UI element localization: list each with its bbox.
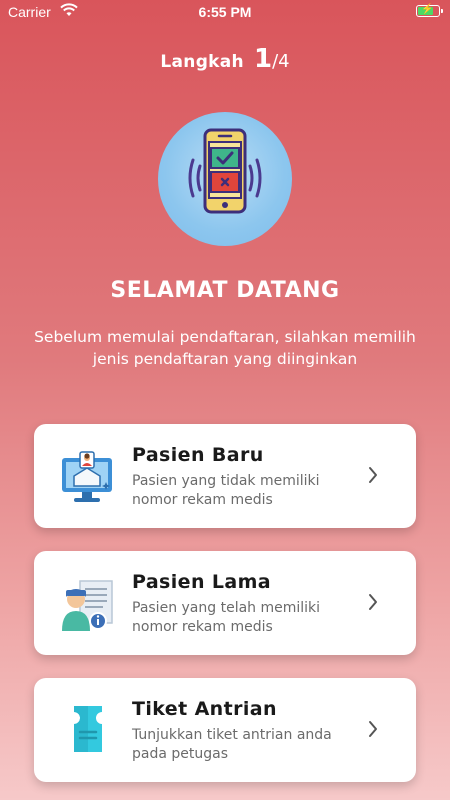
- welcome-subtitle: Sebelum memulai pendaftaran, silahkan me…: [34, 328, 416, 368]
- existing-patient-icon: [58, 575, 118, 635]
- option-title: Pasien Baru: [132, 444, 264, 466]
- step-indicator: Langkah 1/4: [0, 44, 450, 74]
- new-patient-icon: [58, 448, 118, 508]
- option-description: Pasien yang tidak memiliki nomor rekam m…: [132, 473, 320, 508]
- step-current: 1: [253, 44, 273, 74]
- step-total: /4: [272, 51, 290, 72]
- status-time: 6:55 PM: [198, 4, 252, 20]
- chevron-right-icon: [368, 720, 378, 742]
- option-description: Tunjukkan tiket antrian anda pada petuga…: [132, 727, 332, 762]
- phone-vibrate-illustration: [158, 112, 292, 246]
- option-description: Pasien yang telah memiliki nomor rekam m…: [132, 600, 321, 635]
- step-label: Langkah: [160, 52, 244, 72]
- ticket-icon: [58, 702, 118, 762]
- option-card-pasien-baru[interactable]: Pasien Baru Pasien yang tidak memiliki n…: [34, 424, 416, 528]
- chevron-right-icon: [368, 466, 378, 488]
- chevron-right-icon: [368, 593, 378, 615]
- status-bar: Carrier 6:55 PM ⚡: [0, 0, 450, 24]
- battery-icon: ⚡: [416, 4, 443, 17]
- phone-choice-icon: [188, 128, 262, 214]
- option-title: Pasien Lama: [132, 571, 272, 593]
- option-title: Tiket Antrian: [132, 698, 277, 720]
- option-card-pasien-lama[interactable]: Pasien Lama Pasien yang telah memiliki n…: [34, 551, 416, 655]
- welcome-title: SELAMAT DATANG: [110, 278, 340, 303]
- option-card-tiket-antrian[interactable]: Tiket Antrian Tunjukkan tiket antrian an…: [34, 678, 416, 782]
